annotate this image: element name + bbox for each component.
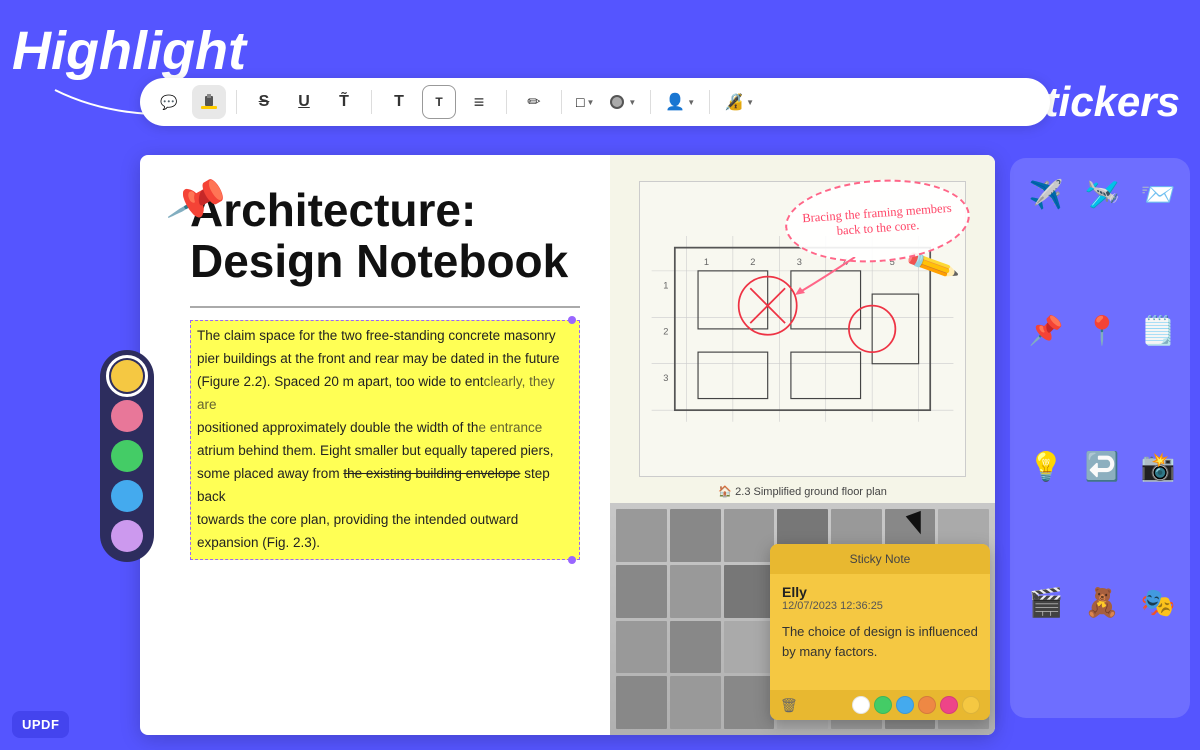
color-blue[interactable] — [111, 480, 143, 512]
sticky-note-author: Elly — [782, 584, 978, 600]
sticker-pushpin-red[interactable]: 📌 — [1022, 306, 1070, 354]
selection-dot-bottom-right — [568, 556, 576, 564]
color-yellow[interactable] — [111, 360, 143, 392]
stamp-btn[interactable]: 🔏▼ — [720, 92, 758, 112]
sep5 — [650, 90, 651, 114]
sep2 — [371, 90, 372, 114]
note-color-blue[interactable] — [896, 696, 914, 714]
speech-bubble-container: Bracing the framing members back to the … — [785, 180, 970, 262]
floor-plan-caption: 🏠 2.3 Simplified ground floor plan — [718, 485, 886, 498]
textbox-btn[interactable]: T — [422, 85, 456, 119]
sticker-paper-plane[interactable]: ✈️ — [1022, 170, 1070, 218]
window — [616, 509, 667, 562]
window — [724, 509, 775, 562]
window — [724, 621, 775, 674]
sticky-note-header: Sticky Note — [770, 544, 990, 574]
window — [670, 509, 721, 562]
sep6 — [709, 90, 710, 114]
highlighted-section: The claim space for the two free-standin… — [190, 320, 580, 559]
comment-btn[interactable]: 💬 — [152, 85, 186, 119]
color-purple[interactable] — [111, 520, 143, 552]
window — [724, 565, 775, 618]
person-btn[interactable]: 👤▼ — [661, 92, 699, 112]
updf-logo[interactable]: UPDF — [12, 711, 69, 738]
highlighted-paragraph: The claim space for the two free-standin… — [190, 320, 580, 559]
squiggly-btn[interactable]: T̃ — [327, 85, 361, 119]
speech-bubble: Bracing the framing members back to the … — [782, 174, 972, 269]
sticky-note-body: Elly 12/07/2023 12:36:25 The choice of d… — [770, 574, 990, 690]
text-btn[interactable]: T — [382, 85, 416, 119]
window — [616, 621, 667, 674]
sticker-clapperboard[interactable]: 🎬 — [1022, 578, 1070, 626]
sticky-note: Sticky Note Elly 12/07/2023 12:36:25 The… — [770, 544, 990, 720]
strikethrough-btn[interactable]: S — [247, 85, 281, 119]
sep1 — [236, 90, 237, 114]
toolbar: 💬 S U T̃ T T ≡ ✏ □▼ ▼ 👤▼ 🔏▼ — [140, 78, 1050, 126]
pencil-btn[interactable]: ✏ — [517, 85, 551, 119]
window — [670, 621, 721, 674]
svg-text:1: 1 — [663, 280, 668, 290]
window — [670, 676, 721, 729]
sticker-toy[interactable]: 🧸 — [1078, 578, 1126, 626]
sticker-paper-plane2[interactable]: 🛩️ — [1078, 170, 1126, 218]
svg-text:2: 2 — [750, 257, 755, 267]
note-color-orange[interactable] — [918, 696, 936, 714]
note-color-white[interactable] — [852, 696, 870, 714]
window — [616, 676, 667, 729]
window — [724, 676, 775, 729]
doc-left-column: Architecture: Design Notebook The claim … — [140, 155, 610, 735]
note-color-green[interactable] — [874, 696, 892, 714]
sticker-lightbulb[interactable]: 💡 — [1022, 442, 1070, 490]
sticker-notepad[interactable]: 🗒️ — [1134, 306, 1182, 354]
stickers-panel: ✈️ 🛩️ 📨 📌 📍 🗒️ 💡 ↩️ 📸 🎬 🧸 🎭 — [1010, 158, 1190, 718]
trash-icon[interactable]: 🗑 — [780, 697, 798, 714]
sticky-note-date: 12/07/2023 12:36:25 — [782, 600, 978, 612]
highlight-label: Highlight — [12, 20, 246, 82]
note-btn[interactable]: ≡ — [462, 85, 496, 119]
window — [670, 565, 721, 618]
svg-text:1: 1 — [704, 257, 709, 267]
strikethrough-text: the existing building envelope — [343, 466, 520, 481]
svg-text:2: 2 — [663, 327, 668, 337]
sticker-arrow[interactable]: ↩️ — [1078, 442, 1126, 490]
svg-text:3: 3 — [663, 373, 668, 383]
shape-btn[interactable]: □▼ — [572, 94, 598, 110]
sticker-pushpin-green[interactable]: 📍 — [1078, 306, 1126, 354]
doc-title: Architecture: Design Notebook — [190, 185, 580, 286]
sticky-note-footer: 🗑 — [770, 690, 990, 720]
sticker-camera[interactable]: 📸 — [1134, 442, 1182, 490]
color-palette — [100, 350, 154, 562]
highlight-btn[interactable] — [192, 85, 226, 119]
note-color-yellow[interactable] — [962, 696, 980, 714]
bubble-tail — [795, 257, 875, 297]
color-green[interactable] — [111, 440, 143, 472]
sticker-mask[interactable]: 🎭 — [1134, 578, 1182, 626]
sticky-note-content[interactable]: The choice of design is influenced by ma… — [782, 622, 978, 682]
sep3 — [506, 90, 507, 114]
window — [616, 565, 667, 618]
sticker-envelope[interactable]: 📨 — [1134, 170, 1182, 218]
doc-divider — [190, 306, 580, 308]
fill-btn[interactable]: ▼ — [604, 93, 640, 111]
note-color-pink[interactable] — [940, 696, 958, 714]
sep4 — [561, 90, 562, 114]
underline-btn[interactable]: U — [287, 85, 321, 119]
color-pink[interactable] — [111, 400, 143, 432]
